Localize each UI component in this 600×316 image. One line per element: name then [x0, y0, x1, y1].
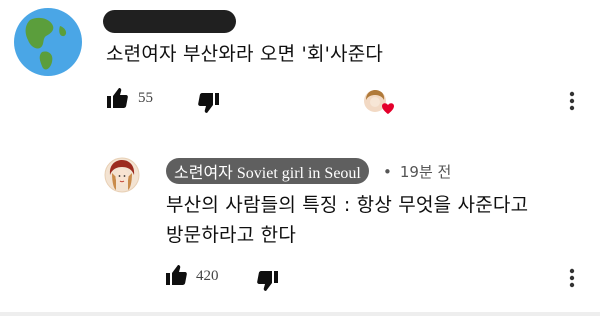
thumbs-up-icon	[107, 88, 128, 108]
channel-name-chip[interactable]: 소련여자 Soviet girl in Seoul	[166, 158, 369, 184]
globe-icon	[14, 8, 82, 76]
comment-more-button[interactable]	[564, 89, 580, 113]
reply-text-line-2: 방문하라고 한다	[166, 224, 296, 246]
reply-text-line-1: 부산의 사람들의 특징 : 항상 무엇을 사준다고	[166, 194, 529, 216]
creator-heart-icon	[364, 90, 394, 114]
more-vert-icon	[569, 91, 575, 111]
reply-meta: • 19분 전	[383, 161, 451, 182]
thumbs-down-icon	[257, 271, 278, 291]
reply-like-button[interactable]	[163, 262, 189, 288]
dislike-button[interactable]	[196, 90, 222, 116]
channel-avatar-icon	[104, 157, 140, 193]
divider	[0, 312, 600, 316]
reply-text: 부산의 사람들의 특징 : 항상 무엇을 사준다고 방문하라고 한다	[166, 190, 586, 250]
more-vert-icon	[569, 268, 575, 288]
reply-dislike-button[interactable]	[255, 268, 281, 294]
redacted-username	[103, 10, 236, 33]
thumbs-down-icon	[198, 93, 219, 113]
channel-avatar[interactable]	[104, 157, 140, 193]
creator-heart-badge	[362, 88, 398, 118]
like-count: 55	[138, 90, 153, 106]
reply-timestamp[interactable]: 19분 전	[400, 163, 451, 181]
thumbs-up-icon	[166, 265, 187, 285]
comment-text: 소련여자 부산와라 오면 '회'사준다	[106, 43, 384, 65]
commenter-avatar[interactable]	[12, 6, 84, 78]
reply-like-count: 420	[196, 268, 219, 284]
like-button[interactable]	[104, 85, 130, 111]
reply-more-button[interactable]	[564, 266, 580, 290]
meta-separator: •	[383, 163, 392, 181]
